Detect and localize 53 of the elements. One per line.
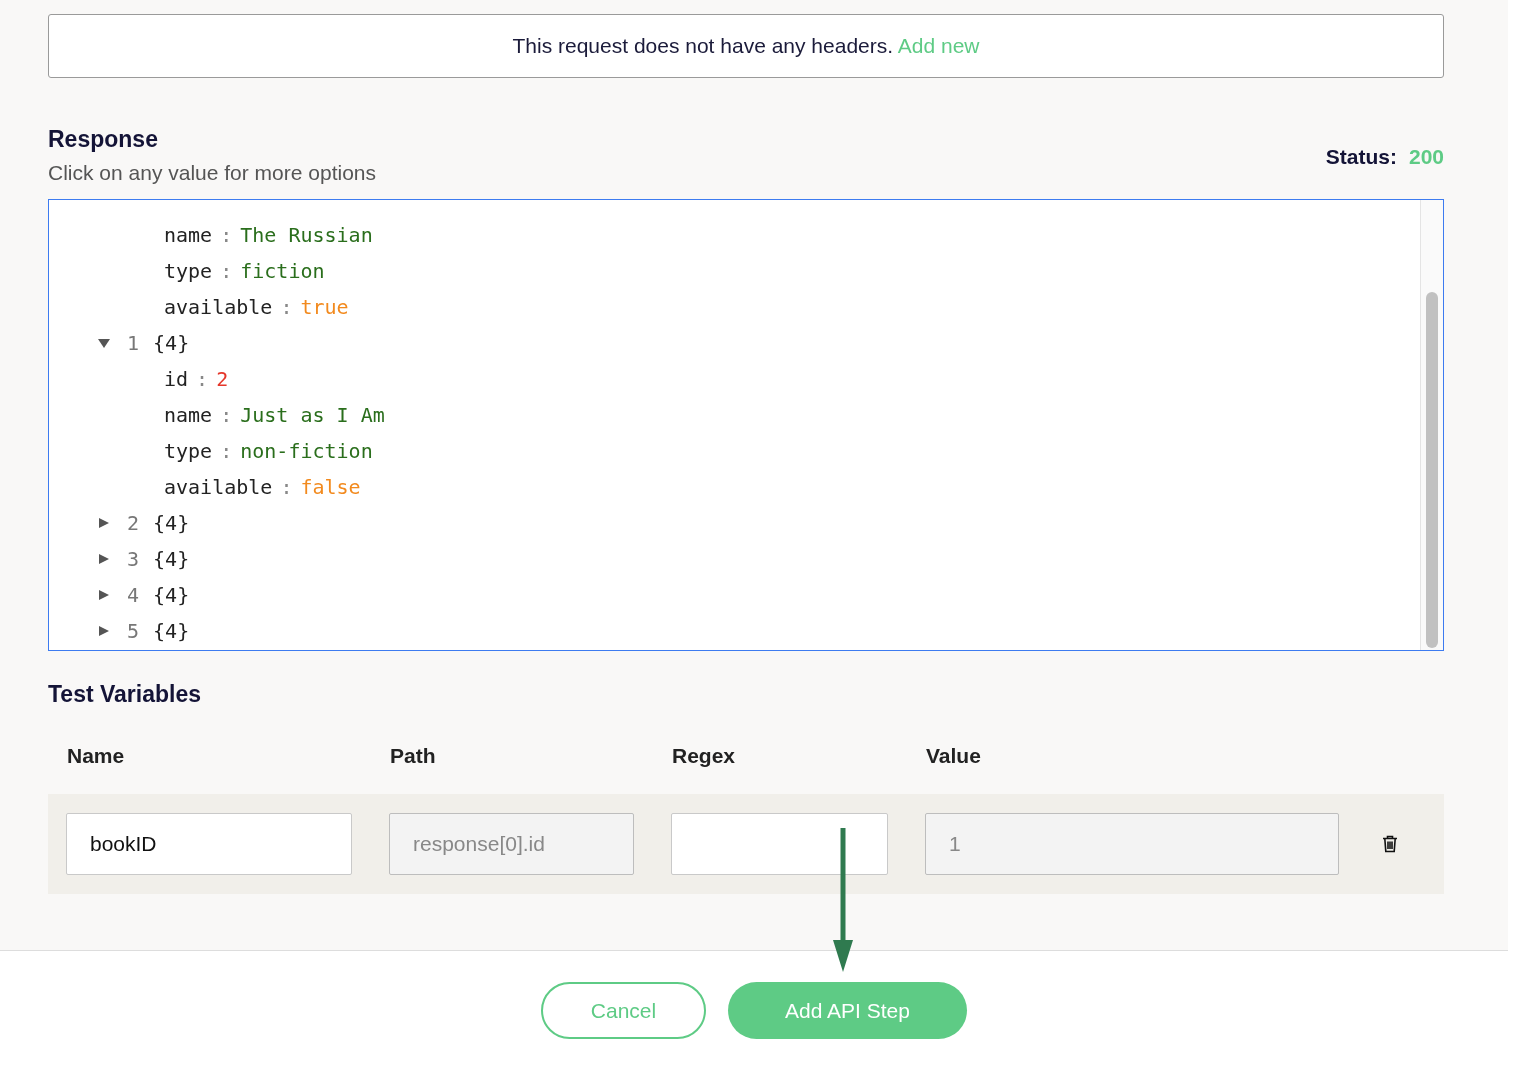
json-key: type: [164, 439, 213, 463]
json-key: type: [164, 259, 213, 283]
json-value[interactable]: true: [300, 295, 349, 319]
add-new-link[interactable]: Add new: [897, 34, 980, 57]
cancel-button[interactable]: Cancel: [541, 982, 706, 1039]
array-index: 5: [127, 619, 140, 643]
headers-notice: This request does not have any headers. Add new: [512, 34, 980, 58]
json-value[interactable]: false: [300, 475, 361, 499]
json-value[interactable]: non-fiction: [240, 439, 373, 463]
json-value[interactable]: fiction: [240, 259, 325, 283]
key-value-separator: :: [220, 439, 233, 463]
key-value-separator: :: [280, 475, 293, 499]
key-value-separator: :: [220, 259, 233, 283]
json-value[interactable]: Just as I Am: [240, 403, 385, 427]
toggle-icon[interactable]: [97, 337, 111, 349]
delete-icon[interactable]: [1382, 835, 1398, 853]
json-key: name: [164, 403, 213, 427]
key-value-separator: :: [280, 295, 293, 319]
column-header: Path: [390, 744, 437, 769]
array-index: 3: [127, 547, 140, 571]
key-value-separator: :: [220, 403, 233, 427]
variable-input[interactable]: [671, 813, 888, 875]
toggle-icon[interactable]: [97, 625, 111, 637]
object-summary: {4}: [153, 511, 190, 535]
variable-input[interactable]: bookID: [66, 813, 352, 875]
object-summary: {4}: [153, 583, 190, 607]
json-value[interactable]: 2: [216, 367, 229, 391]
add-api-step-button[interactable]: Add API Step: [728, 982, 967, 1039]
object-summary: {4}: [153, 619, 190, 643]
status-label: Status:: [1325, 145, 1397, 169]
test-variables-title: Test Variables: [48, 681, 202, 708]
response-subtitle: Click on any value for more options: [48, 161, 376, 185]
json-key: available: [164, 295, 273, 319]
array-index: 2: [127, 511, 140, 535]
json-key: available: [164, 475, 273, 499]
column-header: Value: [926, 744, 982, 769]
toggle-icon[interactable]: [97, 553, 111, 565]
status-code: 200: [1408, 145, 1444, 169]
column-header: Regex: [672, 744, 737, 769]
array-index: 1: [127, 331, 140, 355]
key-value-separator: :: [220, 223, 233, 247]
array-index: 4: [127, 583, 140, 607]
json-value[interactable]: The Russian: [240, 223, 373, 247]
column-header: Name: [67, 744, 126, 769]
json-key: name: [164, 223, 213, 247]
object-summary: {4}: [153, 331, 190, 355]
json-key: id: [164, 367, 189, 391]
toggle-icon[interactable]: [97, 589, 111, 601]
response-title: Response: [48, 126, 159, 153]
key-value-separator: :: [196, 367, 209, 391]
scrollbar-thumb[interactable]: [1426, 292, 1438, 648]
toggle-icon[interactable]: [97, 517, 111, 529]
object-summary: {4}: [153, 547, 190, 571]
